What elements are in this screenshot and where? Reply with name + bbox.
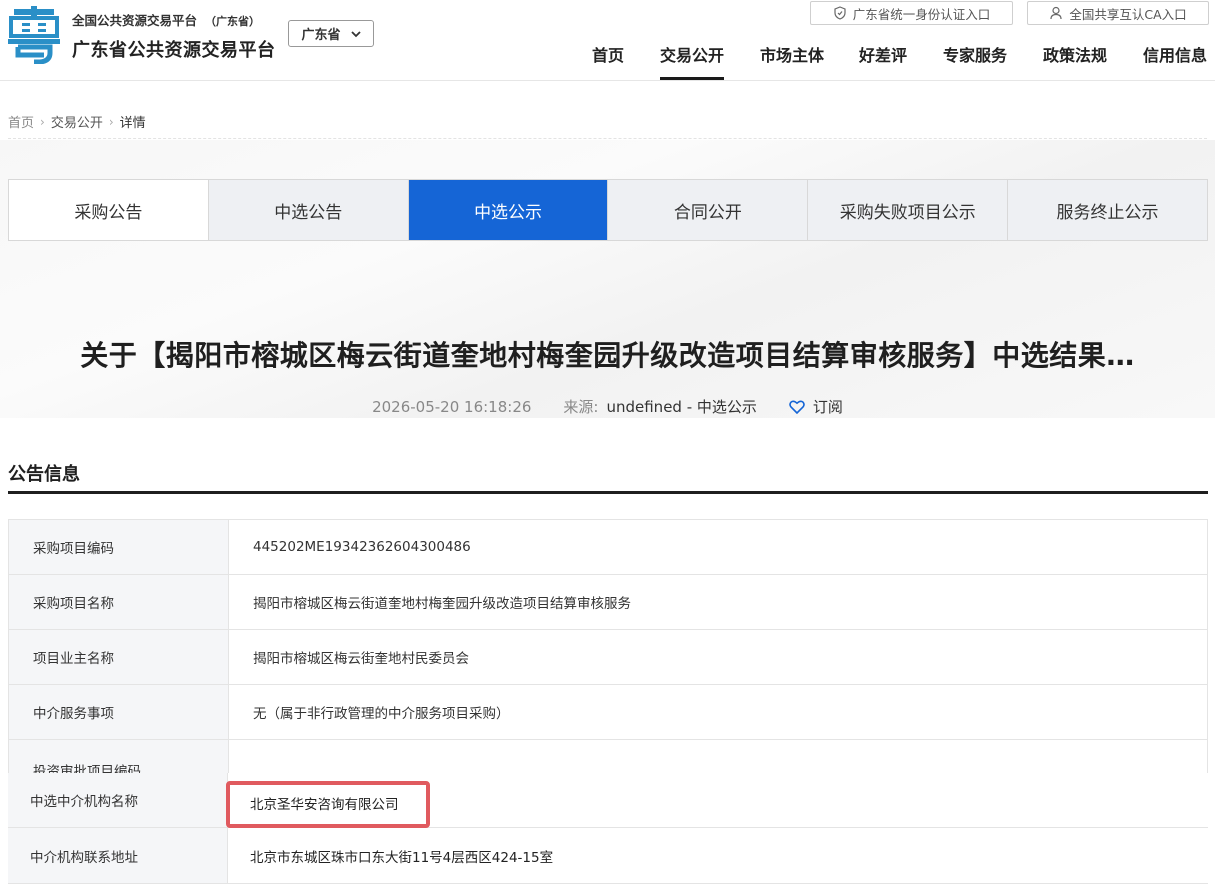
section-underline [8,491,1208,494]
brand-national: 全国公共资源交易平台 （广东省） [72,10,260,29]
agency-address: 北京市东城区珠市口东大街11号4层西区424-15室 [250,849,554,866]
row-key: 中介服务事项 [9,685,229,739]
nav-credit[interactable]: 信用信息 [1143,42,1207,80]
nav-market-entity[interactable]: 市场主体 [760,42,824,80]
row-key: 中选中介机构名称 [8,773,228,827]
highlight-box [226,781,430,828]
tab-failed-procurement[interactable]: 采购失败项目公示 [808,180,1009,240]
table-row: 采购项目名称 揭阳市榕城区梅云街道奎地村梅奎园升级改造项目结算审核服务 [8,575,1208,630]
chevron-right-icon: › [40,114,45,129]
nav-policy[interactable]: 政策法规 [1043,42,1107,80]
brand-region-tag: （广东省） [205,15,261,28]
nav-rating[interactable]: 好差评 [859,42,907,80]
row-key: 项目业主名称 [9,630,229,684]
shield-icon [834,6,846,20]
category-tabs: 采购公告 中选公告 中选公示 合同公开 采购失败项目公示 服务终止公示 [8,179,1208,241]
source-label: 来源: [563,398,599,416]
tab-selection-publicity[interactable]: 中选公示 [408,180,609,240]
row-value: 445202ME19342362604300486 [253,539,471,555]
row-key: 中介机构联系地址 [8,828,228,883]
table-row: 采购项目编码 445202ME19342362604300486 [8,520,1208,575]
nav-expert-service[interactable]: 专家服务 [943,42,1007,80]
unified-auth-button[interactable]: 广东省统一身份认证入口 [810,1,1013,25]
breadcrumb-home[interactable]: 首页 [8,112,34,131]
ca-entry-label: 全国共享互认CA入口 [1069,6,1187,22]
divider [8,138,1207,139]
unified-auth-label: 广东省统一身份认证入口 [852,6,991,22]
tab-contract-public[interactable]: 合同公开 [608,180,809,240]
row-value: 揭阳市榕城区梅云街道奎地村梅奎园升级改造项目结算审核服务 [253,596,631,612]
tab-service-termination[interactable]: 服务终止公示 [1008,180,1207,240]
table-row: 项目业主名称 揭阳市榕城区梅云街奎地村民委员会 [8,630,1208,685]
source-value: undefined - 中选公示 [606,398,757,416]
region-select-value: 广东省 [301,28,341,43]
row-key: 采购项目名称 [9,575,229,629]
site-header: 全国公共资源交易平台 （广东省） 广东省公共资源交易平台 广东省 广东省统一身份认… [0,0,1215,81]
breadcrumb-trade[interactable]: 交易公开 [51,112,103,131]
publish-date: 2026-05-20 16:18:26 [372,397,532,416]
tab-procurement-notice[interactable]: 采购公告 [9,180,209,240]
article-meta: 2026-05-20 16:18:26 来源: undefined - 中选公示… [0,396,1215,417]
page-title: 关于【揭阳市榕城区梅云街道奎地村梅奎园升级改造项目结算审核服务】中选结果… [80,339,1135,372]
nav-trade-public[interactable]: 交易公开 [660,42,725,80]
user-icon [1050,6,1062,20]
section-title: 公告信息 [8,464,80,485]
row-value: 揭阳市榕城区梅云街奎地村民委员会 [253,651,469,667]
brand-national-text: 全国公共资源交易平台 [72,13,198,28]
subscribe-button[interactable]: 订阅 [789,396,843,417]
table-row: 中介机构联系地址 北京市东城区珠市口东大街11号4层西区424-15室 [8,828,1208,884]
breadcrumb: 首页 › 交易公开 › 详情 [8,112,146,132]
main-nav: 首页 交易公开 市场主体 好差评 专家服务 政策法规 信用信息 [0,42,1215,80]
tab-selection-notice[interactable]: 中选公告 [208,180,409,240]
highlighted-rows: 中选中介机构名称 北京圣华安咨询有限公司 中介机构联系地址 北京市东城区珠市口东… [0,773,1215,885]
chevron-down-icon [350,30,361,37]
chevron-right-icon: › [108,114,114,129]
subscribe-label: 订阅 [812,398,843,416]
ca-entry-button[interactable]: 全国共享互认CA入口 [1027,1,1209,25]
table-row: 中选中介机构名称 北京圣华安咨询有限公司 [8,773,1208,828]
row-value: 无（属于非行政管理的中介服务项目采购） [253,706,510,722]
table-row: 中介服务事项 无（属于非行政管理的中介服务项目采购） [8,685,1208,740]
breadcrumb-current: 详情 [119,116,146,131]
row-key: 采购项目编码 [9,520,229,574]
heart-icon [789,400,805,414]
nav-home[interactable]: 首页 [592,42,624,80]
